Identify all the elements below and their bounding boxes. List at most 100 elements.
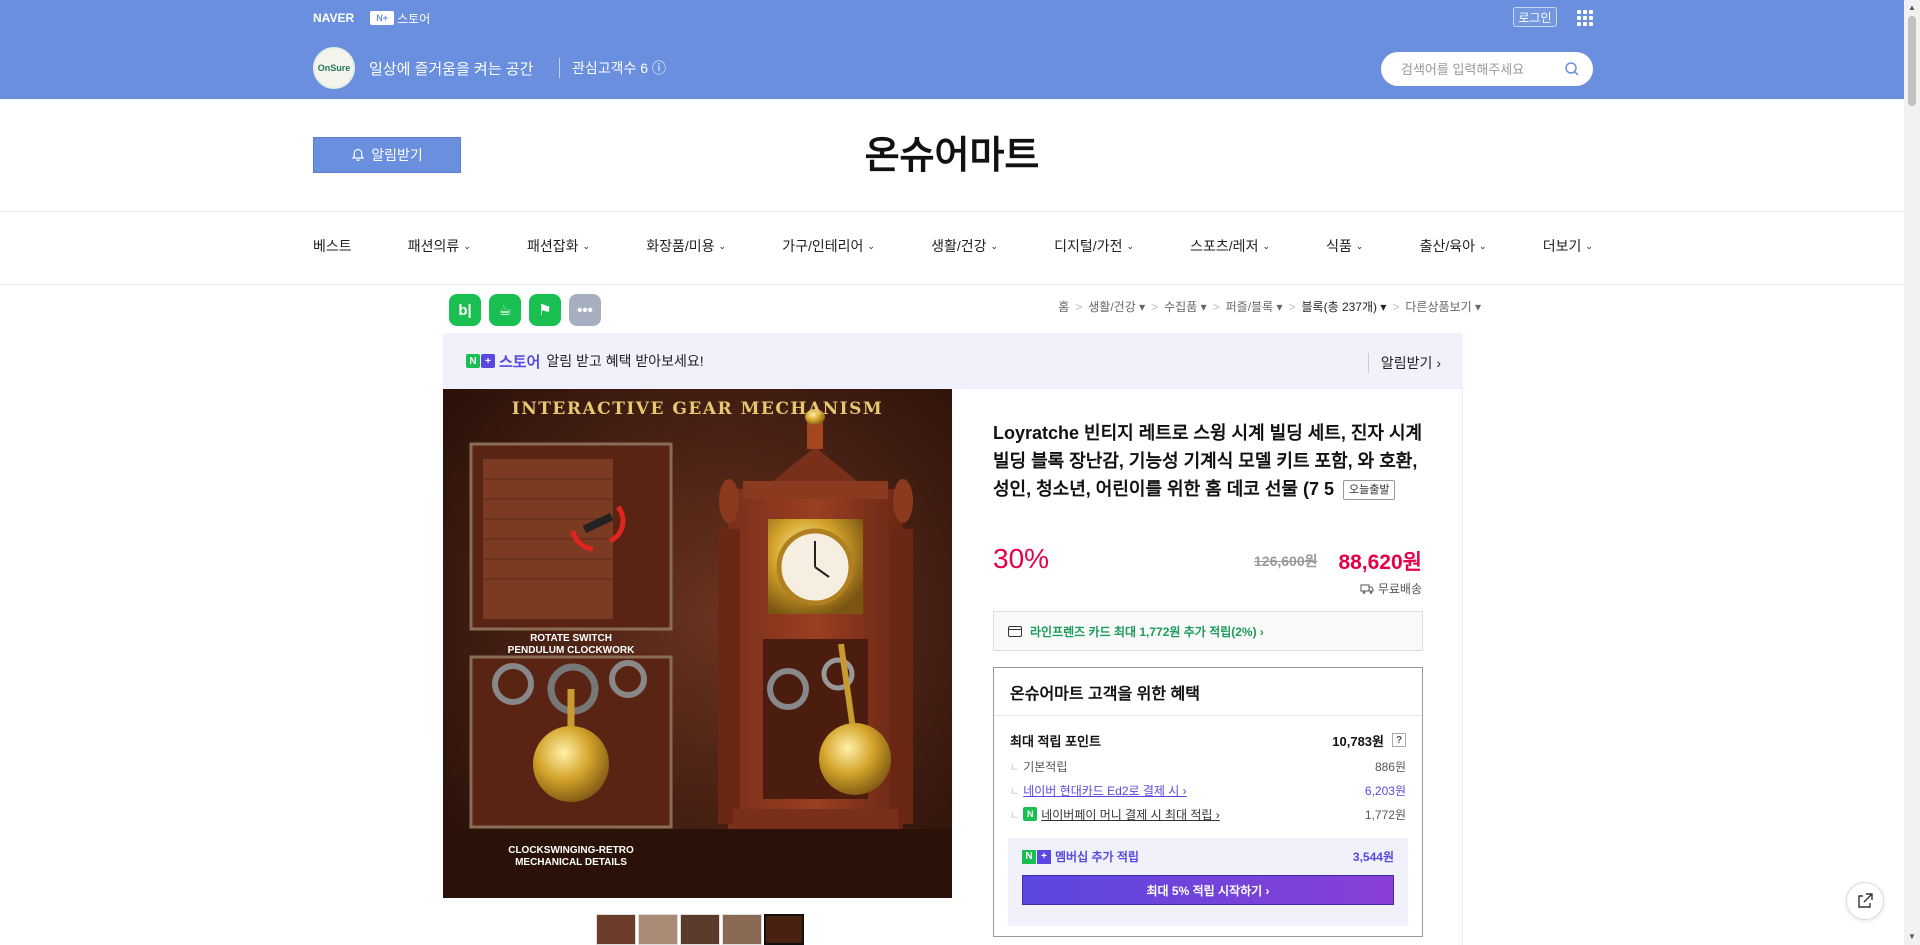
thumbnail[interactable] [680, 914, 720, 945]
blog-share-icon[interactable]: b| [449, 294, 481, 326]
category-nav: 베스트 패션의류 ⌄ 패션잡화 ⌄ 화장품/미용 ⌄ 가구/인테리어 ⌄ 생활/건강 ⌄ 디지털/가전… [313, 236, 1593, 256]
chevron-down-icon: ⌄ [718, 240, 727, 251]
nav-item-label: 디지털/가전 [1054, 238, 1123, 254]
nav-item[interactable]: 화장품/미용 ⌄ [646, 236, 726, 256]
naver-logo[interactable]: NAVER [313, 11, 354, 25]
apps-grid-icon[interactable] [1577, 10, 1593, 26]
nav-item[interactable]: 패션의류 ⌄ [408, 236, 471, 256]
nav-item-label: 출산/육아 [1419, 238, 1476, 254]
membership-label: 멤버십 추가 적립 [1055, 850, 1139, 864]
store-slogan[interactable]: 일상에 즐거움을 켜는 공간 [369, 58, 533, 79]
banner-alarm-link[interactable]: 알림받기 › [1367, 353, 1441, 373]
benefit-row-label: 기본적립 [1023, 759, 1068, 774]
truck-icon [1360, 583, 1374, 594]
share-icon [1858, 893, 1873, 908]
thumbnail-active[interactable] [764, 914, 804, 945]
store-name-title[interactable]: 온슈어마트 [0, 124, 1904, 179]
help-icon[interactable]: ? [1392, 733, 1406, 747]
chevron-down-icon: ⌄ [1355, 240, 1364, 251]
nav-item[interactable]: 생활/건강 ⌄ [931, 236, 998, 256]
nav-item[interactable]: 디지털/가전 ⌄ [1054, 236, 1134, 256]
product-title: Loyratche 빈티지 레트로 스윙 시계 빌딩 세트, 진자 시계 빌딩 … [993, 419, 1425, 503]
original-price: 126,600원 [1254, 553, 1318, 569]
benefit-row-label: 네이버 현대카드 Ed2로 결제 시 › [1023, 783, 1187, 798]
thumbnail[interactable] [638, 914, 678, 945]
nav-item-label: 화장품/미용 [646, 238, 715, 254]
thumbnail[interactable] [722, 914, 762, 945]
benefit-row-value: 1,772원 [1364, 807, 1406, 822]
nstore-label: 스토어 [397, 11, 431, 26]
breadcrumb-item[interactable]: 생활/건강 ▾ [1088, 298, 1145, 315]
breadcrumb-item[interactable]: 다른상품보기 ▾ [1405, 298, 1481, 315]
nav-item-label: 패션의류 [407, 238, 460, 254]
card-benefit-box[interactable]: 라인프렌즈 카드 최대 1,772원 추가 적립(2%) › [993, 611, 1423, 651]
thumbnail[interactable] [596, 914, 636, 945]
benefit-row[interactable]: ㄴ N 네이버페이 머니 결제 시 최대 적립 › 1,772원 [994, 802, 1422, 826]
store-logo[interactable]: OnSure [313, 47, 355, 89]
nplus-icon: N+ [1022, 849, 1051, 864]
naver-top-line: NAVER N+ 스토어 [313, 9, 430, 27]
breadcrumb-item[interactable]: 퍼즐/블록 ▾ [1226, 298, 1283, 315]
nav-item[interactable]: 가구/인테리어 ⌄ [782, 236, 875, 256]
membership-start-button[interactable]: 최대 5% 적립 시작하기 › [1022, 875, 1394, 905]
nav-item-label: 베스트 [313, 238, 352, 254]
nav-item-label: 스포츠/레저 [1190, 238, 1259, 254]
breadcrumb-separator: > [1212, 299, 1220, 314]
membership-box: N + 멤버십 추가 적립 3,544원 최대 5% 적립 시작하기 › [1008, 838, 1408, 926]
search-input[interactable] [1401, 61, 1561, 77]
breadcrumb: 홈 > 생활/건강 ▾ > 수집품 ▾ > 퍼즐/블록 ▾ > 블록(총 237개) ▾ > 다른상… [1058, 298, 1481, 315]
image-caption-top: ROTATE SWITCH PENDULUM CLOCKWORK [507, 633, 635, 656]
membership-value: 3,544원 [1352, 850, 1394, 864]
scroll-up-arrow[interactable]: ▲ [1906, 3, 1918, 12]
benefit-row-label: 네이버페이 머니 결제 시 최대 적립 › [1041, 807, 1220, 822]
nav-item-label: 패션잡화 [527, 238, 579, 254]
scroll-down-arrow[interactable]: ▼ [1906, 932, 1918, 941]
banner-text: 알림 받고 혜택 받아보세요! [546, 353, 704, 369]
sub-row-marker: ㄴ [1010, 762, 1020, 774]
chevron-down-icon: ⌄ [582, 240, 591, 251]
search-icon[interactable] [1565, 62, 1579, 76]
nav-item[interactable]: 베스트 [313, 236, 352, 256]
breadcrumb-item[interactable]: 수집품 ▾ [1164, 298, 1206, 315]
image-caption-bottom: CLOCKSWINGING-RETRO MECHANICAL DETAILS [508, 845, 634, 868]
share-button[interactable] [1846, 882, 1884, 920]
scrollbar-thumb[interactable] [1908, 16, 1916, 106]
chevron-down-icon: ⌄ [1262, 240, 1270, 251]
benefit-title: 온슈어마트 고객을 위한 혜택 [994, 668, 1422, 716]
chevron-down-icon: ⌄ [1585, 240, 1593, 251]
product-main-image[interactable]: INTERACTIVE GEAR MECHANISM ROTATE SWITCH… [443, 389, 952, 898]
page-scrollbar[interactable] [1904, 0, 1920, 945]
benefit-row[interactable]: ㄴ 네이버 현대카드 Ed2로 결제 시 › 6,203원 [994, 778, 1422, 802]
nav-item-label: 더보기 [1542, 238, 1582, 254]
delivery-label: 무료배송 [1377, 582, 1422, 596]
nstore-link[interactable]: N+ 스토어 [370, 10, 430, 27]
credit-card-icon [1008, 625, 1022, 637]
fan-count[interactable]: 관심고객수 6 ⓘ [559, 58, 666, 78]
nplus-icon: N+ [466, 354, 495, 368]
nav-item[interactable]: 스포츠/레저 ⌄ [1190, 236, 1270, 256]
max-points-row: 최대 적립 포인트 10,783원? [994, 726, 1422, 754]
max-points-label: 최대 적립 포인트 [1010, 733, 1101, 749]
nav-item[interactable]: 더보기 ⌄ [1543, 236, 1593, 256]
today-ship-badge: 오늘출발 [1343, 480, 1396, 501]
benefit-row: ㄴ 기본적립 886원 [994, 754, 1422, 778]
bookmark-share-icon[interactable]: ⚑ [529, 294, 561, 326]
chevron-down-icon: ⌄ [1126, 240, 1135, 251]
nav-item[interactable]: 출산/육아 ⌄ [1420, 236, 1487, 256]
nav-item[interactable]: 패션잡화 ⌄ [527, 236, 590, 256]
more-share-icon[interactable]: ••• [569, 294, 601, 326]
sub-row-marker: ㄴ [1010, 786, 1020, 798]
breadcrumb-item[interactable]: 홈 [1058, 298, 1069, 315]
breadcrumb-item[interactable]: 블록(총 237개) ▾ [1302, 298, 1387, 315]
cafe-share-icon[interactable]: ☕ [489, 294, 521, 326]
nplus-icon: N+ [370, 11, 395, 25]
delivery-info: 무료배송 [1360, 580, 1422, 597]
customer-benefit-box: 온슈어마트 고객을 위한 혜택 최대 적립 포인트 10,783원? ㄴ 기본적립… [993, 667, 1423, 937]
store-header [0, 0, 1904, 99]
search-box[interactable] [1381, 52, 1593, 86]
nav-item[interactable]: 식품 ⌄ [1326, 236, 1363, 256]
login-button[interactable]: 로그인 [1513, 7, 1557, 27]
notification-banner[interactable]: N + 스토어 알림 받고 혜택 받아보세요! 알림받기 › [443, 333, 1463, 389]
banner-store-label: 스토어 [499, 353, 541, 371]
nav-item-label: 식품 [1326, 238, 1352, 254]
